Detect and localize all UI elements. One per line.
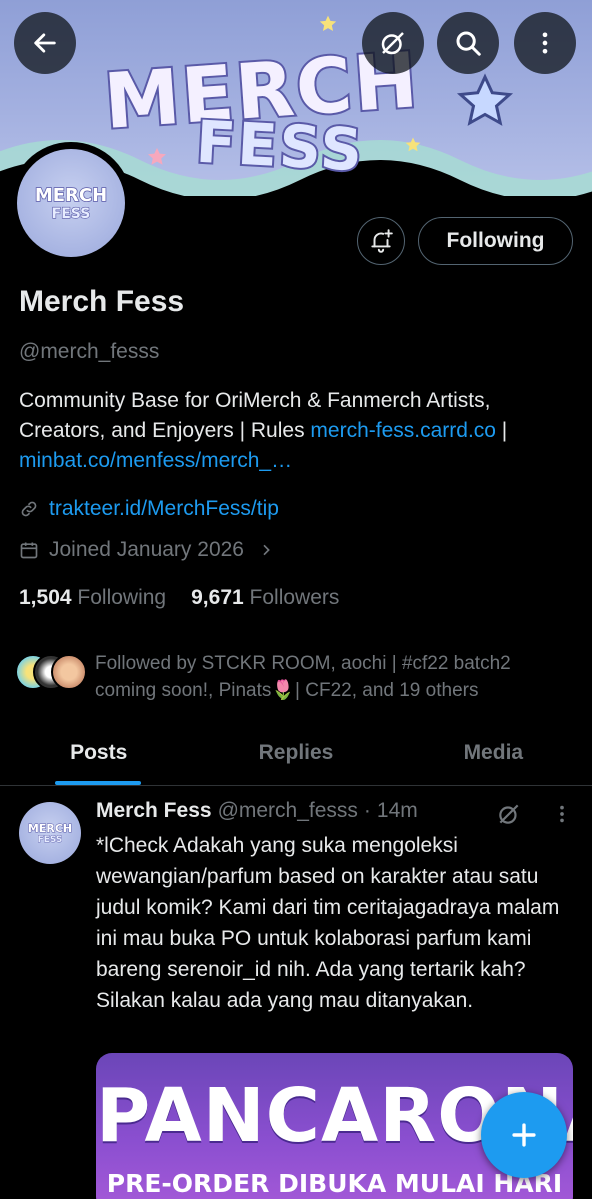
following-label: Following bbox=[77, 586, 167, 609]
profile-bio: Community Base for OriMerch & Fanmerch A… bbox=[19, 386, 579, 476]
profile-handle: @merch_fesss bbox=[19, 340, 160, 363]
followers-count: 9,671 bbox=[191, 586, 244, 609]
joined-row[interactable]: Joined January 2026 bbox=[19, 538, 274, 562]
followed-by-row[interactable]: Followed by STCKR ROOM, aochi | #cf22 ba… bbox=[15, 650, 575, 701]
search-icon bbox=[456, 31, 481, 56]
media-subtitle: PRE-ORDER DIBUKA MULAI HARI INI bbox=[106, 1169, 563, 1199]
search-button[interactable] bbox=[437, 12, 499, 74]
tweet-author-name[interactable]: Merch Fess bbox=[96, 799, 212, 823]
follower-avatar-3 bbox=[51, 654, 87, 690]
follow-stats: 1,504 Following 9,671 Followers bbox=[19, 586, 339, 610]
calendar-icon bbox=[19, 540, 39, 560]
avatar-image: MERCH FESS bbox=[17, 149, 125, 257]
following-count: 1,504 bbox=[19, 586, 72, 609]
avatar-logo-line1: MERCH bbox=[34, 184, 108, 207]
banner-logo-fess: FESS bbox=[192, 106, 368, 187]
tweet-dot-separator: · bbox=[363, 799, 371, 822]
notifications-button[interactable] bbox=[357, 217, 405, 265]
profile-name: Merch Fess bbox=[19, 285, 185, 318]
tweet-timestamp: 14m bbox=[376, 799, 418, 822]
more-vertical-icon bbox=[542, 32, 548, 54]
tweet-text: *lCheck Adakah yang suka mengoleksi wewa… bbox=[96, 834, 560, 1012]
banner-small-star-yellow-2 bbox=[319, 15, 337, 32]
followers-label: Followers bbox=[249, 586, 340, 609]
plus-icon bbox=[512, 1123, 536, 1147]
back-button[interactable] bbox=[14, 12, 76, 74]
grok-button[interactable] bbox=[362, 12, 424, 74]
profile-avatar[interactable]: MERCH FESS bbox=[10, 142, 132, 264]
link-icon bbox=[19, 499, 39, 519]
profile-tabs: Posts Replies Media bbox=[0, 720, 592, 786]
grok-icon bbox=[381, 32, 404, 55]
chevron-right-icon bbox=[263, 544, 270, 556]
tab-posts[interactable]: Posts bbox=[0, 720, 197, 785]
website-link[interactable]: trakteer.id/MerchFess/tip bbox=[49, 497, 279, 521]
banner-small-star-yellow bbox=[405, 137, 421, 152]
tab-media[interactable]: Media bbox=[395, 720, 592, 785]
bio-link-rules[interactable]: merch-fess.carrd.co bbox=[310, 419, 496, 442]
joined-date: Joined January 2026 bbox=[49, 538, 244, 561]
bio-link-minbat[interactable]: minbat.co/menfess/merch_… bbox=[19, 449, 292, 472]
tweet-avatar-logo-line2: FESS bbox=[37, 834, 63, 845]
following-stat[interactable]: 1,504 Following bbox=[19, 586, 166, 610]
avatar-logo-line2: FESS bbox=[51, 205, 91, 222]
tweet-avatar-logo-line1: MERCH bbox=[27, 821, 73, 835]
arrow-left-icon bbox=[34, 33, 56, 53]
following-button[interactable]: Following bbox=[418, 217, 573, 265]
tweet-more-icon[interactable] bbox=[551, 803, 573, 825]
tweet-author-handle: @merch_fesss bbox=[217, 799, 358, 822]
followed-by-text: Followed by STCKR ROOM, aochi | #cf22 ba… bbox=[95, 653, 511, 701]
grok-icon[interactable] bbox=[496, 801, 522, 827]
bio-separator: | bbox=[495, 419, 508, 442]
tweet-header: Merch Fess @merch_fesss · 14m bbox=[96, 799, 418, 823]
banner-star-decoration bbox=[456, 73, 514, 126]
compose-button[interactable] bbox=[481, 1092, 567, 1178]
tab-replies[interactable]: Replies bbox=[197, 720, 394, 785]
tweet-author-avatar[interactable]: MERCH FESS bbox=[19, 802, 81, 864]
followers-stat[interactable]: 9,671 Followers bbox=[191, 586, 339, 610]
bell-plus-icon bbox=[371, 229, 393, 253]
banner-small-star-pink bbox=[148, 147, 166, 165]
website-row: trakteer.id/MerchFess/tip bbox=[19, 497, 279, 521]
more-options-button[interactable] bbox=[514, 12, 576, 74]
